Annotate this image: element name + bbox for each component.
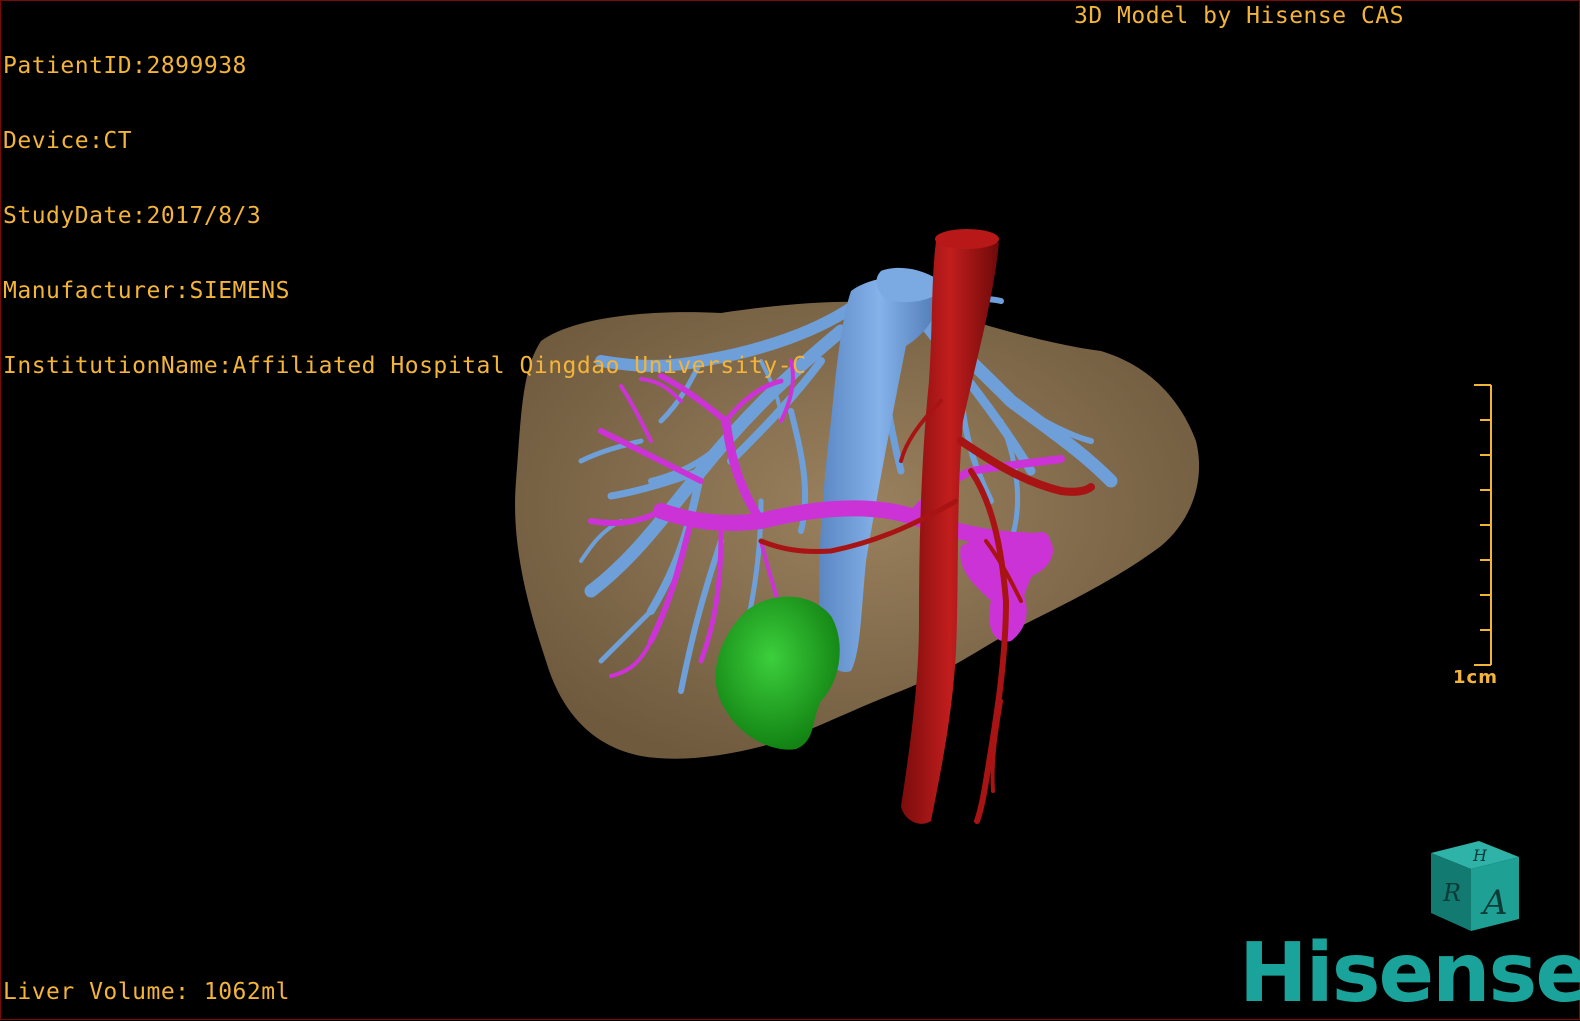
scale-bar-label: 1cm <box>1453 667 1498 688</box>
3d-viewport[interactable]: PatientID:2899938 Device:CT StudyDate:20… <box>0 0 1580 1020</box>
liver-volume: Liver Volume: 1062ml <box>3 979 290 1005</box>
study-date: StudyDate:2017/8/3 <box>3 203 262 229</box>
device: Device:CT <box>3 128 133 154</box>
cube-side-label: R <box>1442 879 1461 907</box>
patient-info-overlay: PatientID:2899938 Device:CT StudyDate:20… <box>3 4 806 429</box>
cube-front-label: A <box>1480 883 1508 923</box>
orientation-cube[interactable]: H R A <box>1421 839 1531 935</box>
model-credit: 3D Model by Hisense CAS <box>1074 3 1404 29</box>
scale-bar <box>1474 384 1492 666</box>
manufacturer: Manufacturer:SIEMENS <box>3 278 290 304</box>
patient-id: PatientID:2899938 <box>3 53 247 79</box>
aorta-top <box>935 229 999 249</box>
institution-name: InstitutionName:Affiliated Hospital Qing… <box>3 353 807 379</box>
cube-top-label: H <box>1472 846 1488 865</box>
hisense-logo: Hisense <box>1239 926 1580 1021</box>
